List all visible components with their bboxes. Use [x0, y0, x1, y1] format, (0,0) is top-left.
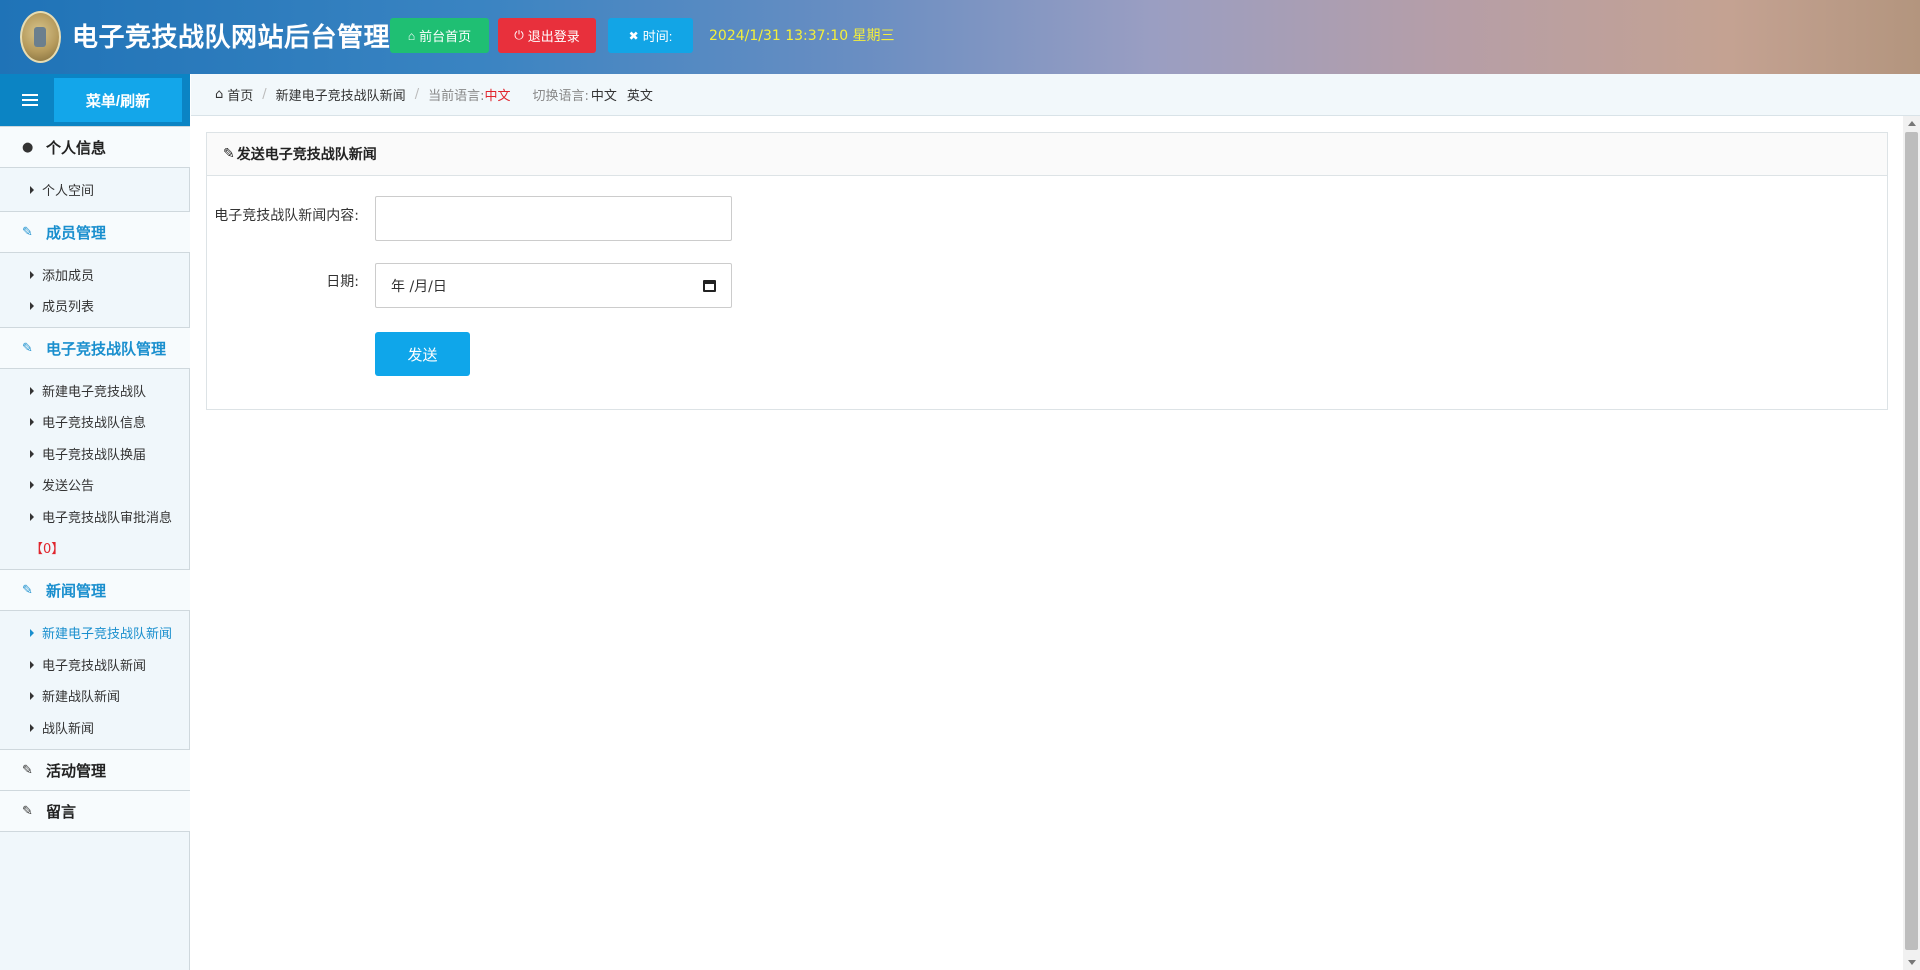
- sidebar-item-new-squad-news[interactable]: 新建战队新闻: [30, 686, 120, 705]
- current-language: 中文: [484, 89, 511, 104]
- close-icon: ✖: [628, 28, 639, 43]
- scroll-thumb[interactable]: [1905, 132, 1918, 950]
- date-placeholder: 年 /月/日: [391, 278, 447, 295]
- menu-refresh-button[interactable]: 菜单/刷新: [54, 78, 182, 122]
- page-scrollbar[interactable]: [1903, 116, 1920, 970]
- home-icon: ⌂: [215, 87, 224, 102]
- caret-right-icon: [30, 660, 34, 669]
- site-logo: [20, 11, 61, 63]
- user-icon: ●: [22, 139, 34, 155]
- sidebar-item-team-info[interactable]: 电子竞技战队信息: [30, 412, 146, 431]
- approval-count-badge: 【0】: [30, 542, 65, 557]
- sidebar-section-news[interactable]: ✎ 新闻管理: [0, 569, 190, 611]
- breadcrumb-separator: /: [414, 87, 420, 102]
- sidebar-section-profile[interactable]: ● 个人信息: [0, 126, 190, 168]
- sidebar-item-approval-messages[interactable]: 电子竞技战队审批消息: [30, 507, 172, 526]
- sidebar-item-send-notice[interactable]: 发送公告: [30, 475, 94, 494]
- caret-right-icon: [30, 301, 34, 310]
- breadcrumb: ⌂ 首页 / 新建电子竞技战队新闻 / 当前语言: 中文 切换语言: 中文 英文: [191, 74, 1920, 116]
- time-button[interactable]: ✖ 时间:: [608, 18, 693, 53]
- breadcrumb-separator: /: [262, 87, 267, 102]
- date-input[interactable]: 年 /月/日: [375, 263, 732, 308]
- logout-button[interactable]: ⏻ 退出登录: [498, 18, 596, 53]
- caret-right-icon: [30, 628, 34, 637]
- sidebar: 菜单/刷新 ● 个人信息 个人空间 ✎ 成员管理 添加成员 成员列表 ✎ 电子竞…: [0, 74, 190, 970]
- sidebar-item-team-succession[interactable]: 电子竞技战队换届: [30, 444, 146, 463]
- sidebar-item-personal-space[interactable]: 个人空间: [30, 180, 94, 199]
- datetime-display: 2024/1/31 13:37:10 星期三: [709, 28, 895, 44]
- caret-right-icon: [30, 270, 34, 279]
- sidebar-top-bar: 菜单/刷新: [0, 74, 190, 126]
- sidebar-section-activities[interactable]: ✎ 活动管理: [0, 749, 190, 791]
- edit-icon: ✎: [22, 762, 33, 778]
- caret-right-icon: [30, 691, 34, 700]
- news-form-panel: ✎ 发送电子竞技战队新闻 电子竞技战队新闻内容: 日期: 年 /月/日 发送: [206, 132, 1888, 410]
- caret-right-icon: [30, 480, 34, 489]
- home-icon: ⌂: [407, 28, 416, 43]
- caret-right-icon: [30, 417, 34, 426]
- sidebar-section-team[interactable]: ✎ 电子竞技战队管理: [0, 327, 190, 369]
- sidebar-item-new-team-news[interactable]: 新建电子竞技战队新闻: [30, 623, 172, 642]
- edit-icon: ✎: [22, 224, 33, 240]
- caret-right-icon: [30, 449, 34, 458]
- news-content-input[interactable]: [375, 196, 732, 241]
- panel-header: ✎ 发送电子竞技战队新闻: [207, 133, 1887, 176]
- caret-right-icon: [30, 185, 34, 194]
- sidebar-item-add-member[interactable]: 添加成员: [30, 265, 94, 284]
- date-label: 日期:: [326, 274, 359, 290]
- top-header: 电子竞技战队网站后台管理 ⌂ 前台首页 ⏻ 退出登录 ✖ 时间: 2024/1/31 …: [0, 0, 1920, 74]
- current-language-label: 当前语言:: [428, 89, 485, 104]
- scroll-up-arrow-icon[interactable]: [1908, 121, 1916, 126]
- sidebar-item-new-team[interactable]: 新建电子竞技战队: [30, 381, 146, 400]
- edit-icon: ✎: [22, 340, 33, 356]
- breadcrumb-current: 新建电子竞技战队新闻: [275, 89, 406, 104]
- sidebar-section-messages[interactable]: ✎ 留言: [0, 790, 190, 832]
- breadcrumb-home[interactable]: 首页: [227, 85, 253, 104]
- sidebar-section-members[interactable]: ✎ 成员管理: [0, 211, 190, 253]
- calendar-icon[interactable]: [703, 279, 716, 292]
- send-button[interactable]: 发送: [375, 332, 470, 376]
- language-chinese-link[interactable]: 中文: [591, 85, 617, 104]
- sidebar-item-member-list[interactable]: 成员列表: [30, 296, 94, 315]
- news-content-label: 电子竞技战队新闻内容:: [214, 208, 359, 224]
- switch-language-label: 切换语言:: [532, 89, 589, 104]
- language-english-link[interactable]: 英文: [627, 85, 653, 104]
- home-button[interactable]: ⌂ 前台首页: [390, 18, 489, 53]
- caret-right-icon: [30, 723, 34, 732]
- caret-right-icon: [30, 386, 34, 395]
- site-title: 电子竞技战队网站后台管理: [72, 23, 391, 53]
- hamburger-icon[interactable]: [22, 94, 38, 106]
- power-icon: ⏻: [514, 28, 524, 42]
- sidebar-item-team-news[interactable]: 电子竞技战队新闻: [30, 655, 146, 674]
- sidebar-item-squad-news[interactable]: 战队新闻: [30, 718, 94, 737]
- caret-right-icon: [30, 512, 34, 521]
- panel-title: 发送电子竞技战队新闻: [236, 147, 377, 163]
- edit-icon: ✎: [223, 146, 235, 162]
- scroll-down-arrow-icon[interactable]: [1908, 960, 1916, 965]
- edit-icon: ✎: [22, 582, 33, 598]
- edit-icon: ✎: [22, 803, 33, 819]
